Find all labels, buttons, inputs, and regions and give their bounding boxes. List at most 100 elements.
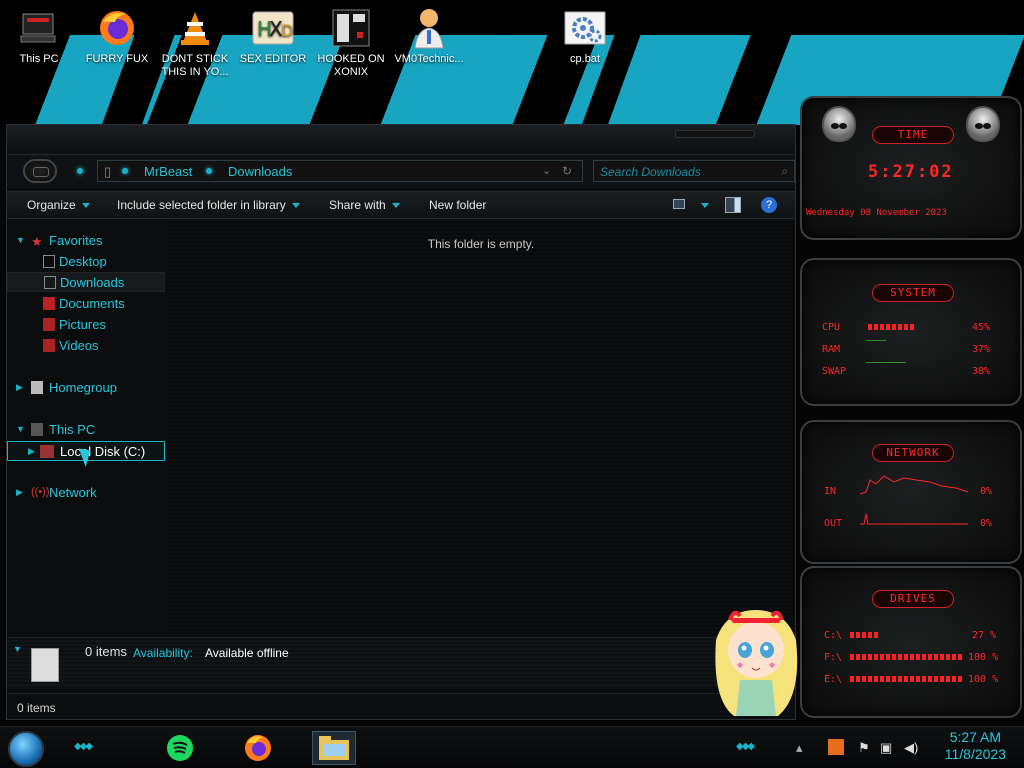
ram-value: 37% (972, 344, 991, 355)
videos-icon (43, 339, 55, 352)
expand-arrow-icon: ▶ (16, 487, 23, 497)
nav-label: Downloads (60, 275, 125, 290)
desktop-icon-hxd[interactable]: HXD SEX EDITOR (234, 6, 312, 66)
breadcrumb-downloads[interactable]: Downloads (228, 164, 292, 179)
empty-folder-message: This folder is empty. (427, 237, 535, 251)
details-pane: ▼ 0 items Availability: Available offlin… (7, 637, 795, 687)
navigation-pane: ▼ ★ Favorites Desktop Downloads Document… (7, 221, 167, 633)
share-label: Share with (329, 198, 386, 212)
nav-this-pc[interactable]: ▼ This PC (7, 420, 165, 440)
desktop-icon-vlc[interactable]: DONT STICK THIS IN YO... (156, 6, 234, 79)
desktop-icon-label: DONT STICK THIS IN YO... (161, 53, 229, 78)
new-folder-button[interactable]: New folder (429, 198, 486, 212)
nav-network[interactable]: ▶ ((•)) Network (7, 483, 165, 503)
nav-label: Pictures (59, 317, 106, 332)
desktop-icon-furry-fux[interactable]: FURRY FUX (78, 6, 156, 66)
drive-c-label: C:\ (824, 630, 843, 641)
spotify-icon (167, 735, 193, 761)
nav-label: This PC (49, 422, 96, 437)
taskbar-firefox[interactable] (236, 731, 280, 765)
action-center-flag-icon[interactable]: ⚑ (858, 740, 870, 756)
expand-arrow-icon: ▶ (16, 382, 23, 392)
breadcrumb-mrbeast[interactable]: MrBeast (144, 164, 192, 179)
show-hidden-icons-icon[interactable]: ▴ (796, 740, 803, 756)
nav-pictures[interactable]: Pictures (7, 315, 165, 335)
desktop-icon-xonix[interactable]: HOOKED ON XONIX (312, 6, 390, 79)
caret-down-icon (701, 203, 709, 209)
file-list[interactable]: This folder is empty. (167, 221, 795, 633)
desktop-icon-this-pc[interactable]: This PC (0, 6, 78, 66)
network-gadget[interactable]: NETWORK IN 0% OUT 0% (800, 420, 1022, 564)
nav-label: Favorites (49, 233, 103, 248)
organize-button[interactable]: Organize (27, 198, 90, 212)
drive-f-label: F:\ (824, 652, 843, 663)
nav-homegroup[interactable]: ▶ Homegroup (7, 378, 165, 398)
volume-icon[interactable]: ◀) (904, 740, 918, 756)
include-in-library-button[interactable]: Include selected folder in library (117, 198, 300, 212)
alienware-logo-icon (822, 106, 856, 142)
clock-time: 5:27 AM (949, 729, 1002, 745)
details-expand-icon[interactable]: ▼ (13, 644, 22, 654)
expand-arrow-icon: ▶ (28, 446, 35, 456)
include-label: Include selected folder in library (117, 198, 286, 212)
search-input[interactable]: Search Downloads ⌕ (593, 160, 795, 182)
address-bar[interactable]: ▯ MrBeast Downloads ⌄ ↻ (97, 160, 583, 182)
hxd-icon: HXD (251, 6, 295, 50)
back-forward-button[interactable] (23, 159, 57, 183)
nav-desktop[interactable]: Desktop (7, 252, 165, 272)
gadget-clock: 5:27:02 (868, 162, 954, 182)
folder-thumbnail-icon (31, 648, 59, 682)
start-button[interactable] (8, 731, 44, 767)
cpu-bar (868, 324, 914, 330)
desktop: This PC FURRY FUX DONT STICK THIS IN YO.… (0, 0, 1024, 768)
desktop-icon-label: cp.bat (570, 53, 600, 65)
svg-text:D: D (281, 21, 293, 40)
refresh-icon[interactable]: ↻ (562, 164, 572, 178)
system-gadget[interactable]: SYSTEM CPU 45% RAM 37% SWAP 38% (800, 258, 1022, 406)
network-header: NETWORK (872, 444, 954, 462)
tray-app-icon[interactable] (828, 739, 844, 755)
network-out-graph (860, 513, 968, 525)
drive-c-value: 27 % (972, 630, 997, 641)
alienware-logo-icon (966, 106, 1000, 142)
explorer-window[interactable]: ▯ MrBeast Downloads ⌄ ↻ Search Downloads… (6, 124, 796, 720)
desktop-icon-vm0technic[interactable]: VM0Technic... (390, 6, 468, 66)
pictures-icon (43, 318, 55, 331)
drives-gadget[interactable]: DRIVES C:\ 27 % F:\ 100 % E:\ 100 % (800, 566, 1022, 718)
nav-label: Network (49, 485, 97, 500)
organize-label: Organize (27, 198, 76, 212)
command-bar: Organize Include selected folder in libr… (7, 191, 795, 219)
preview-pane-icon[interactable] (725, 197, 741, 213)
file-explorer-icon (319, 736, 349, 760)
nav-dot-icon (77, 168, 83, 174)
help-icon[interactable]: ? (761, 197, 777, 213)
caret-down-icon (391, 203, 400, 209)
drive-icon (40, 445, 54, 458)
nav-label: Documents (59, 296, 125, 311)
nav-label: Desktop (59, 254, 107, 269)
nav-favorites[interactable]: ▼ ★ Favorites (7, 231, 165, 251)
change-view-icon[interactable] (673, 199, 685, 209)
nav-documents[interactable]: Documents (7, 294, 165, 314)
cartoon-character-sticker (715, 610, 798, 716)
view-options-button[interactable] (695, 198, 709, 212)
taskbar-file-explorer[interactable] (312, 731, 356, 765)
taskbar: ◆◆◆ ◆◆◆ ▴ ⚑ ▣ ◀) 5:27 AM 11/8/2023 (0, 726, 1024, 768)
availability-value: Available offline (205, 646, 289, 660)
status-bar: 0 items (7, 693, 795, 719)
nav-videos[interactable]: Videos (7, 336, 165, 356)
network-tray-icon[interactable]: ▣ (880, 740, 892, 756)
status-item-count: 0 items (17, 701, 56, 715)
share-with-button[interactable]: Share with (329, 198, 400, 212)
window-titlebar[interactable] (7, 125, 795, 155)
nav-downloads[interactable]: Downloads (7, 272, 165, 292)
chevron-down-icon[interactable]: ⌄ (542, 164, 551, 177)
desktop-icon-cp-bat[interactable]: cp.bat (546, 6, 624, 66)
search-icon[interactable]: ⌕ (781, 164, 788, 179)
network-icon: ((•)) (31, 486, 50, 498)
firefox-icon (95, 6, 139, 50)
taskbar-spotify[interactable] (158, 731, 202, 765)
taskbar-clock[interactable]: 5:27 AM 11/8/2023 (945, 729, 1006, 763)
time-gadget[interactable]: TIME 5:27:02 Wednesday 08 November 2023 (800, 96, 1022, 240)
drive-f-bar (850, 654, 962, 660)
